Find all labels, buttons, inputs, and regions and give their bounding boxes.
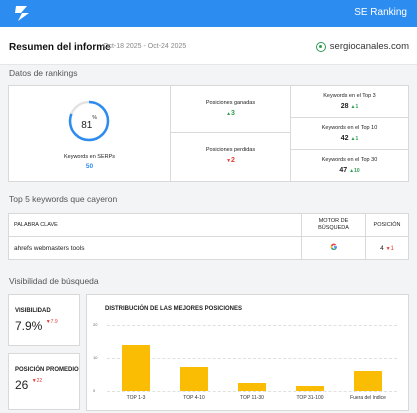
top3-cell: Keywords en el Top 3 28 ▲1: [290, 85, 409, 118]
top30-label: Keywords en el Top 30: [321, 157, 378, 163]
visibility-section-title: Visibilidad de búsqueda: [9, 276, 99, 286]
col-engine-header[interactable]: MOTOR DE BÚSQUEDA: [301, 213, 366, 237]
visibility-value-row: 7.9% ▼7.9: [15, 319, 58, 333]
date-range: Oct-18 2025 - Oct-24 2025: [103, 43, 187, 50]
lost-value: 2: [231, 157, 235, 164]
avg-position-value-row: 26 ▼22: [15, 378, 42, 392]
serp-percent-value: 81: [81, 120, 93, 131]
lost-value-row: ▼2: [171, 157, 290, 164]
domain-label[interactable]: sergiocanales.com: [315, 41, 409, 52]
gained-value-row: ▲3: [171, 110, 290, 117]
serp-count: 50: [85, 163, 94, 170]
avg-position-card: POSICIÓN PROMEDIO 26 ▼22: [8, 353, 80, 410]
x-tick-label: TOP 1-3: [126, 395, 146, 401]
top30-cell: Keywords en el Top 30 47 ▲10: [290, 149, 409, 182]
avg-position-label: POSICIÓN PROMEDIO: [15, 367, 79, 373]
position-change: 1: [390, 245, 394, 252]
chart-bar[interactable]: [122, 344, 150, 391]
x-tick-label: Fuera del índice: [350, 395, 386, 401]
report-title: Resumen del informe: [9, 42, 111, 53]
report-header: Resumen del informe Oct-18 2025 - Oct-24…: [0, 27, 417, 65]
top-bar: SE Ranking: [0, 0, 417, 27]
visibility-value: 7.9%: [15, 319, 43, 333]
top10-value: 42: [340, 135, 349, 142]
position-value: 4: [380, 244, 384, 252]
visibility-card: VISIBILIDAD 7.9% ▼7.9: [8, 294, 80, 346]
top30-value: 47: [339, 167, 348, 174]
top3-value: 28: [340, 103, 349, 110]
col-engine-line1: MOTOR DE: [318, 218, 349, 224]
chart-bar[interactable]: [354, 371, 382, 391]
x-tick-label: TOP 11-30: [240, 395, 264, 401]
chart-bar[interactable]: [238, 382, 266, 391]
domain-text: sergiocanales.com: [329, 41, 409, 52]
col-engine-line2: BÚSQUEDA: [318, 225, 349, 231]
fallen-section-title: Top 5 keywords que cayeron: [9, 194, 118, 204]
top3-value-row: 28 ▲1: [291, 103, 408, 110]
chart-gridline: [107, 358, 397, 359]
visibility-change: 7.9: [50, 319, 58, 325]
logo-icon[interactable]: [12, 4, 32, 23]
percent-sign: %: [92, 115, 97, 121]
y-tick-label: 0: [93, 388, 96, 393]
y-tick-label: 10: [93, 355, 98, 360]
gained-value: 3: [231, 110, 235, 117]
position-distribution-chart: DISTRIBUCIÓN DE LAS MEJORES POSICIONES 0…: [86, 294, 409, 411]
chart-gridline: [107, 391, 397, 392]
lost-label: Posiciones perdidas: [205, 147, 256, 153]
table-row[interactable]: ahrefs webmasters tools 4 ▼1: [8, 236, 409, 260]
chart-gridline: [107, 325, 397, 326]
serp-percent: 81%: [67, 115, 111, 133]
col-position-header[interactable]: POSICIÓN: [365, 213, 409, 237]
chart-bar[interactable]: [296, 386, 324, 391]
brand-name: SE Ranking: [354, 7, 407, 18]
table-header-row: PALABRA CLAVE MOTOR DE BÚSQUEDA POSICIÓN: [8, 213, 409, 237]
top3-change: 1: [355, 104, 359, 110]
gained-positions-cell: Posiciones ganadas ▲3: [170, 85, 291, 133]
avg-position-value: 26: [15, 378, 29, 392]
top10-value-row: 42 ▲1: [291, 135, 408, 142]
google-icon: [330, 243, 337, 251]
globe-icon: [315, 41, 326, 52]
y-tick-label: 20: [93, 322, 98, 327]
rankings-section-title: Datos de rankings: [9, 68, 78, 78]
top3-label: Keywords en el Top 3: [323, 93, 376, 99]
gained-label: Posiciones ganadas: [205, 100, 256, 106]
engine-cell: [301, 236, 366, 260]
lost-positions-cell: Posiciones perdidas ▼2: [170, 132, 291, 182]
top10-change: 1: [355, 136, 359, 142]
col-keyword-header[interactable]: PALABRA CLAVE: [8, 213, 302, 237]
fallen-keywords-table: PALABRA CLAVE MOTOR DE BÚSQUEDA POSICIÓN …: [8, 213, 409, 260]
avg-position-change: 22: [36, 378, 43, 384]
serp-label: Keywords en SERPs: [63, 154, 116, 160]
chart-bar[interactable]: [180, 367, 208, 391]
position-cell: 4 ▼1: [365, 236, 409, 260]
top30-value-row: 47 ▲10: [291, 167, 408, 174]
x-tick-label: TOP 4-10: [183, 395, 205, 401]
x-tick-label: TOP 31-100: [296, 395, 324, 401]
serp-gauge-card: 81% Keywords en SERPs 50: [8, 85, 171, 182]
top30-change: 10: [354, 168, 360, 174]
top10-cell: Keywords en el Top 10 42 ▲1: [290, 117, 409, 150]
chart-plot-area: 0 10 20 TOP 1-3 TOP 4-10 TOP 11-30 TOP 31-100 F…: [87, 295, 410, 412]
keyword-cell[interactable]: ahrefs webmasters tools: [8, 236, 302, 260]
top10-label: Keywords en el Top 10: [321, 125, 378, 131]
visibility-label: VISIBILIDAD: [15, 308, 51, 314]
